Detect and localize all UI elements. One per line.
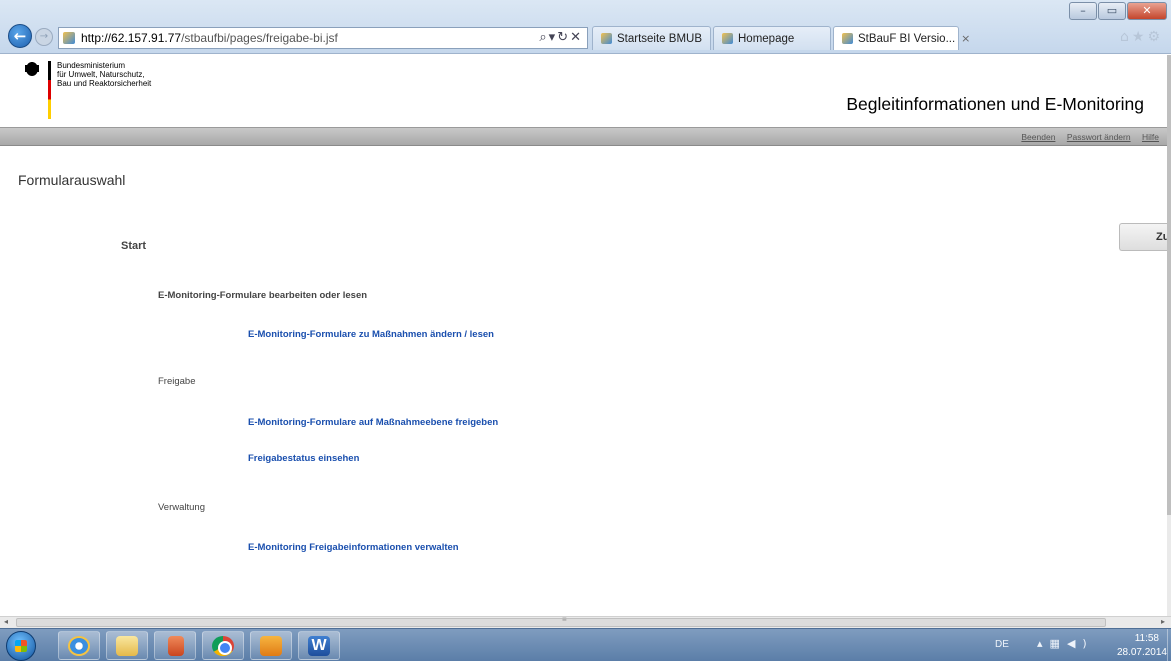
tab-label: Homepage — [738, 32, 795, 45]
section-heading-bearbeiten: E-Monitoring-Formulare bearbeiten oder l… — [158, 290, 368, 301]
home-icon[interactable]: ⌂ — [1120, 29, 1132, 45]
page-favicon-icon — [63, 32, 75, 44]
page-title: Formularauswahl — [18, 172, 126, 188]
web-page: Bundesministerium für Umwelt, Naturschut… — [0, 55, 1171, 616]
file-explorer-icon — [116, 636, 138, 656]
link-freigabeinformationen-verwalten[interactable]: E-Monitoring Freigabeinformationen verwa… — [248, 542, 459, 553]
language-indicator[interactable]: DE — [995, 639, 1009, 650]
ministry-logo: Bundesministerium für Umwelt, Naturschut… — [24, 61, 227, 119]
logout-link[interactable]: Beenden — [1021, 132, 1055, 142]
change-password-link[interactable]: Passwort ändern — [1067, 132, 1131, 142]
address-bar[interactable]: http://62.157.91.77/stbaufbi/pages/freig… — [58, 27, 588, 49]
system-tray: DE ▴▦◀) 11:58 28.07.2014 — [981, 629, 1171, 662]
taskbar: W DE ▴▦◀) 11:58 28.07.2014 — [0, 628, 1171, 662]
menu-bar: Beenden Passwort ändern Hilfe — [0, 127, 1171, 146]
tab-strip: Startseite BMUB Homepage StBauF BI Versi… — [592, 26, 970, 50]
outlook-icon — [260, 636, 282, 656]
tray-icons: ▴▦◀) — [1037, 637, 1094, 650]
vertical-scrollbar-thumb[interactable] — [1167, 55, 1171, 515]
window-controls: – ▭ ✕ — [1068, 2, 1167, 20]
url-host: http://62.157.91.77 — [81, 31, 182, 45]
horizontal-scrollbar[interactable]: ◂ ≡ ▸ — [0, 615, 1171, 628]
refresh-icon[interactable]: ↻ — [557, 30, 570, 45]
link-formulare-freigeben[interactable]: E-Monitoring-Formulare auf Maßnahmeebene… — [248, 417, 498, 428]
tab-favicon-icon — [842, 33, 853, 44]
volume-icon[interactable]: ◀) — [1067, 637, 1094, 650]
browser-toolbar: ⌂★⚙ — [1120, 29, 1163, 45]
taskbar-word-button[interactable]: W — [298, 631, 340, 660]
horizontal-scrollbar-thumb[interactable] — [16, 618, 1106, 627]
taskbar-chrome-button[interactable] — [202, 631, 244, 660]
taskbar-explorer-button[interactable] — [106, 631, 148, 660]
word-icon: W — [308, 636, 330, 656]
header-links: Beenden Passwort ändern Hilfe — [1012, 132, 1159, 142]
close-button[interactable]: ✕ — [1127, 2, 1167, 20]
help-link[interactable]: Hilfe — [1142, 132, 1159, 142]
stop-icon[interactable]: ✕ — [570, 30, 583, 45]
address-tools: ⌕▾↻✕ — [539, 30, 583, 45]
show-hidden-icons-icon[interactable]: ▴ — [1037, 637, 1050, 650]
back-arrow-icon[interactable]: ← — [8, 24, 32, 48]
federal-eagle-icon — [25, 62, 39, 76]
network-icon[interactable]: ▦ — [1050, 637, 1067, 650]
tab-favicon-icon — [722, 33, 733, 44]
section-heading-freigabe: Freigabe — [158, 376, 196, 387]
clock-date[interactable]: 28.07.2014 — [1117, 647, 1167, 658]
tab-homepage[interactable]: Homepage — [713, 26, 831, 50]
tab-favicon-icon — [601, 33, 612, 44]
back-button[interactable]: Zurück — [1119, 223, 1171, 251]
compatibility-icon[interactable]: ▾ — [549, 30, 558, 45]
maximize-button[interactable]: ▭ — [1098, 2, 1126, 20]
scroll-right-arrow-icon[interactable]: ▸ — [1161, 617, 1165, 626]
url-path: /stbaufbi/pages/freigabe-bi.jsf — [181, 31, 338, 45]
taskbar-outlook-button[interactable] — [250, 631, 292, 660]
flag-bar — [48, 61, 51, 119]
start-heading: Start — [121, 240, 147, 252]
link-formulare-aendern-lesen[interactable]: E-Monitoring-Formulare zu Maßnahmen ände… — [248, 329, 494, 340]
taskbar-ie-button[interactable] — [58, 631, 100, 660]
chrome-icon — [212, 636, 234, 656]
scroll-left-arrow-icon[interactable]: ◂ — [4, 617, 8, 626]
browser-chrome: – ▭ ✕ ← → http://62.157.91.77/stbaufbi/p… — [0, 0, 1171, 54]
taskbar-powerpoint-button[interactable] — [154, 631, 196, 660]
show-desktop-button[interactable] — [1167, 629, 1171, 662]
minimize-button[interactable]: – — [1069, 2, 1097, 20]
tab-startseite-bmub[interactable]: Startseite BMUB — [592, 26, 711, 50]
tab-close-icon[interactable]: × — [961, 32, 970, 45]
tab-stbauf-bi[interactable]: StBauF BI Versio... × — [833, 26, 970, 50]
tab-label: StBauF BI Versio... — [858, 32, 956, 45]
scrollbar-grip-icon: ≡ — [562, 615, 567, 624]
favorites-star-icon[interactable]: ★ — [1132, 29, 1148, 45]
forward-arrow-icon[interactable]: → — [35, 28, 53, 46]
tab-label: Startseite BMUB — [617, 32, 702, 45]
ministry-name: Bundesministerium für Umwelt, Naturschut… — [57, 61, 152, 88]
internet-explorer-icon — [68, 636, 90, 656]
start-button-icon[interactable] — [6, 631, 36, 661]
search-icon[interactable]: ⌕ — [539, 30, 548, 45]
url-text: http://62.157.91.77/stbaufbi/pages/freig… — [81, 31, 338, 45]
section-heading-verwaltung: Verwaltung — [158, 502, 206, 513]
vertical-scrollbar[interactable] — [1167, 55, 1171, 616]
clock-time[interactable]: 11:58 — [1135, 633, 1159, 644]
app-title: Begleitinformationen und E-Monitoring — [846, 94, 1144, 114]
powerpoint-icon — [168, 636, 184, 656]
link-freigabestatus[interactable]: Freigabestatus einsehen — [248, 453, 359, 464]
gear-icon[interactable]: ⚙ — [1147, 29, 1163, 45]
